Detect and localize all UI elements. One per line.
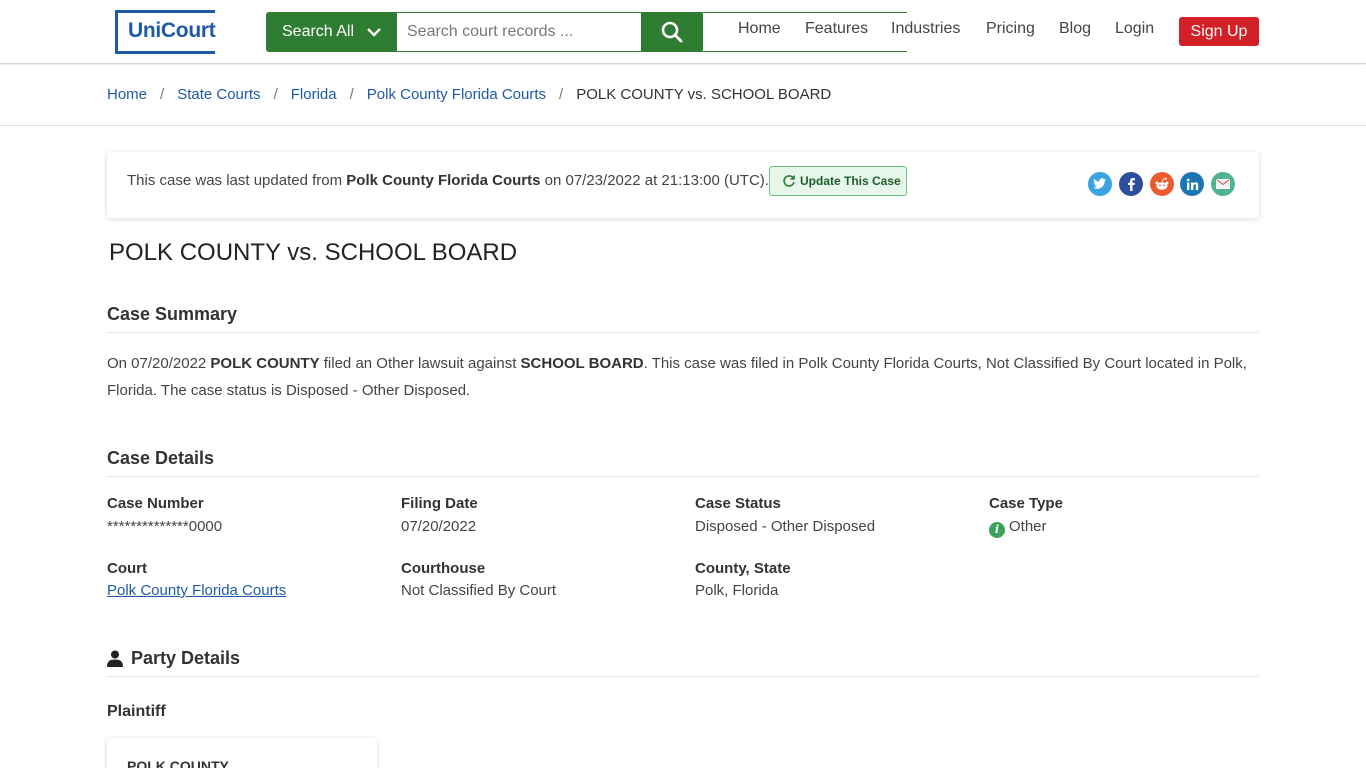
case-summary-heading: Case Summary: [107, 304, 238, 324]
reddit-share-icon[interactable]: [1150, 172, 1174, 196]
update-notice-text: This case was last updated from Polk Cou…: [127, 172, 769, 189]
breadcrumb-current: POLK COUNTY vs. SCHOOL BOARD: [576, 86, 832, 103]
case-type-text: Other: [1009, 518, 1047, 535]
section-divider: [107, 332, 1259, 333]
chevron-down-icon: [367, 28, 381, 37]
plaintiff-name: POLK COUNTY: [127, 758, 229, 768]
update-suffix: on 07/23/2022 at 21:13:00 (UTC).: [544, 172, 769, 189]
court-value: Polk County Florida Courts: [107, 582, 286, 599]
breadcrumb-separator: /: [349, 86, 354, 103]
county-state-value: Polk, Florida: [695, 582, 779, 599]
breadcrumb-florida[interactable]: Florida: [291, 86, 337, 103]
case-title: POLK COUNTY vs. SCHOOL BOARD: [109, 239, 518, 266]
person-icon: [107, 650, 123, 667]
summary-part: On 07/20/2022: [107, 355, 211, 372]
breadcrumb-home[interactable]: Home: [107, 86, 147, 103]
search-all-dropdown[interactable]: Search All: [266, 12, 397, 52]
section-divider: [107, 676, 1259, 677]
case-type-label: Case Type: [989, 495, 1063, 512]
summary-part: filed an Other lawsuit against: [319, 355, 521, 372]
search-button[interactable]: [641, 12, 703, 52]
nav-home[interactable]: Home: [738, 20, 781, 38]
section-divider: [107, 476, 1259, 477]
nav-pricing[interactable]: Pricing: [986, 20, 1035, 38]
breadcrumb: Home / State Courts / Florida / Polk County Fl…: [107, 86, 831, 103]
plaintiff-heading: Plaintiff: [107, 703, 166, 720]
case-number-label: Case Number: [107, 495, 204, 512]
breadcrumb-bar: Home / State Courts / Florida / Polk County Fl…: [0, 65, 1366, 126]
breadcrumb-separator: /: [273, 86, 278, 103]
linkedin-share-icon[interactable]: [1180, 172, 1204, 196]
case-type-value: i Other: [989, 518, 1047, 538]
nav-features[interactable]: Features: [805, 20, 868, 38]
filing-date-value: 07/20/2022: [401, 518, 477, 535]
facebook-share-icon[interactable]: [1119, 172, 1143, 196]
info-icon[interactable]: i: [989, 522, 1005, 538]
search-all-label: Search All: [282, 23, 355, 40]
breadcrumb-separator: /: [160, 86, 165, 103]
breadcrumb-polk-county[interactable]: Polk County Florida Courts: [367, 86, 546, 103]
filing-date-label: Filing Date: [401, 495, 478, 512]
logo-text: UniCourt: [128, 19, 218, 43]
update-notice-card: This case was last updated from Polk Cou…: [107, 152, 1259, 218]
case-details-heading: Case Details: [107, 448, 215, 468]
nav-blog[interactable]: Blog: [1059, 20, 1091, 38]
search-bar: Search All: [266, 12, 907, 52]
court-link[interactable]: Polk County Florida Courts: [107, 582, 286, 599]
update-case-label: Update This Case: [800, 174, 901, 188]
unicourt-logo[interactable]: UniCourt: [115, 10, 218, 54]
case-summary-text: On 07/20/2022 POLK COUNTY filed an Other…: [107, 350, 1257, 404]
summary-defendant: SCHOOL BOARD: [520, 355, 644, 372]
email-share-icon[interactable]: [1211, 172, 1235, 196]
update-case-button[interactable]: Update This Case: [769, 166, 907, 196]
party-details-title: Party Details: [131, 648, 241, 668]
case-status-value: Disposed - Other Disposed: [695, 518, 876, 535]
search-icon: [661, 21, 683, 43]
twitter-share-icon[interactable]: [1088, 172, 1112, 196]
party-details-heading: Party Details: [107, 648, 240, 669]
nav-industries[interactable]: Industries: [891, 20, 960, 38]
courthouse-value: Not Classified By Court: [401, 582, 557, 599]
summary-plaintiff: POLK COUNTY: [210, 355, 320, 372]
courthouse-label: Courthouse: [401, 560, 486, 577]
court-label: Court: [107, 560, 147, 577]
plaintiff-card[interactable]: POLK COUNTY: [107, 738, 377, 768]
update-court: Polk County Florida Courts: [346, 172, 541, 189]
nav-login[interactable]: Login: [1115, 20, 1154, 38]
breadcrumb-state-courts[interactable]: State Courts: [177, 86, 260, 103]
sign-up-button[interactable]: Sign Up: [1179, 17, 1259, 46]
refresh-icon: [783, 175, 795, 187]
case-number-value: **************0000: [107, 518, 223, 535]
county-state-label: County, State: [695, 560, 791, 577]
case-status-label: Case Status: [695, 495, 781, 512]
top-navbar: UniCourt Search All Home Features Indust…: [0, 0, 1366, 64]
breadcrumb-separator: /: [559, 86, 564, 103]
update-prefix: This case was last updated from: [127, 172, 343, 189]
